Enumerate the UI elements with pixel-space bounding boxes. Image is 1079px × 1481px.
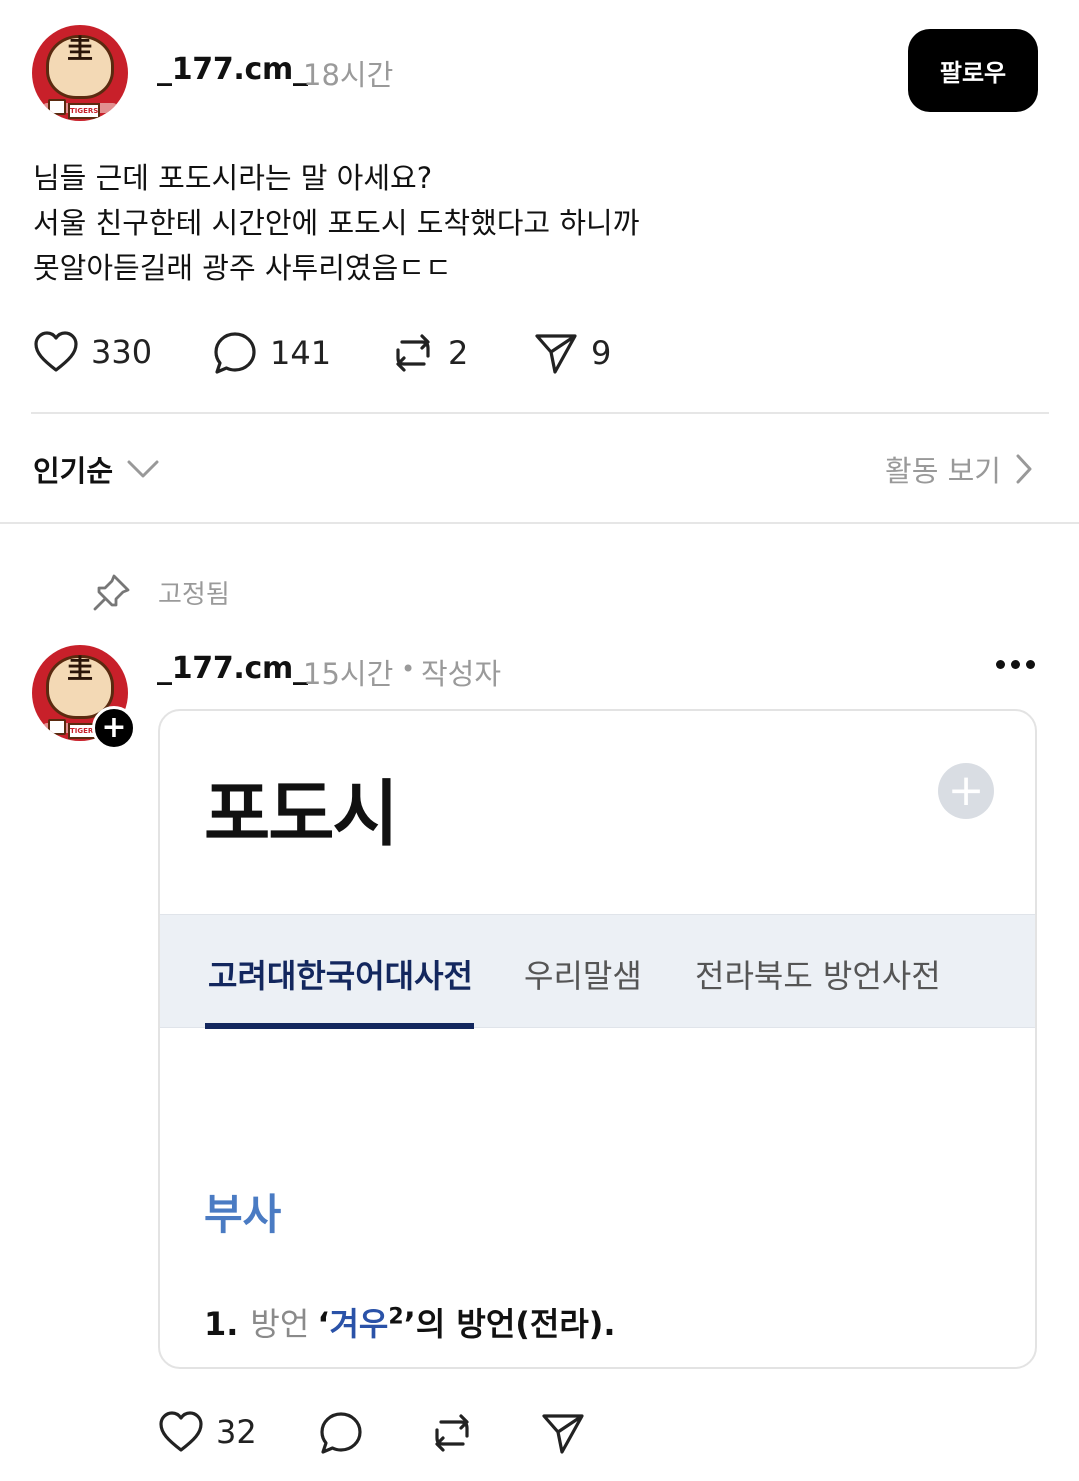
reply-like-button[interactable]: 32	[158, 1410, 257, 1454]
reply-repost-button[interactable]	[429, 1410, 475, 1456]
author-username[interactable]: _177.cm_	[157, 52, 308, 87]
reply-time: 15시간	[303, 657, 394, 691]
reply-username[interactable]: _177.cm_	[157, 651, 308, 686]
definition-label: 방언	[250, 1305, 310, 1343]
reply-count: 141	[270, 334, 332, 372]
avatar-cup	[48, 719, 66, 735]
tab-urimalsaem: 우리말샘	[524, 957, 642, 995]
quote-open: ‘	[317, 1305, 330, 1343]
author-avatar[interactable]: 圭 TIGERS	[32, 25, 128, 121]
definition-link-word: 겨우	[329, 1305, 389, 1343]
definition-number: 1.	[204, 1305, 239, 1343]
part-of-speech: 부사	[204, 1190, 282, 1239]
post-time: 18시간	[303, 58, 394, 92]
post-line: 서울 친구한테 시간안에 포도시 도착했다고 하니까	[33, 206, 640, 240]
sort-label: 인기순	[33, 454, 114, 488]
view-activity-link[interactable]: 활동 보기	[885, 448, 1033, 490]
repost-icon	[396, 334, 430, 372]
more-options-icon[interactable]	[996, 660, 1035, 669]
comment-icon	[320, 1412, 362, 1454]
avatar-shirt-text: TIGERS	[68, 103, 100, 119]
follow-button[interactable]: 팔로우	[908, 29, 1038, 112]
pin-icon	[93, 574, 130, 611]
activity-label: 활동 보기	[885, 454, 1001, 488]
avatar-mark: 圭	[66, 35, 93, 65]
repost-button[interactable]: 2	[390, 330, 468, 376]
attached-image-card[interactable]: 포도시 + 고려대한국어대사전 우리말샘 전라북도 방언사전 부사 1. 방언 ‘겨…	[158, 709, 1037, 1369]
dictionary-tabs: 고려대한국어대사전 우리말샘 전라북도 방언사전	[160, 914, 1035, 1029]
definition: 1. 방언 ‘겨우2’의 방언(전라).	[204, 1299, 616, 1345]
comment-icon	[214, 332, 256, 374]
meta-separator: •	[401, 655, 416, 683]
follow-plus-icon[interactable]: +	[92, 706, 136, 750]
tab-korea-univ-dictionary: 고려대한국어대사전	[208, 957, 473, 995]
active-tab-indicator	[205, 1023, 474, 1029]
share-button[interactable]: 9	[533, 330, 611, 376]
reply-comment-button[interactable]	[318, 1410, 364, 1456]
pinned-label: 고정됨	[158, 579, 230, 610]
pinned-indicator: 고정됨	[92, 572, 230, 612]
avatar-mark: 圭	[66, 655, 93, 685]
dictionary-headword: 포도시	[204, 772, 399, 856]
author-tag: 작성자	[421, 657, 502, 691]
reply-share-button[interactable]	[540, 1410, 586, 1456]
repost-icon	[435, 1414, 469, 1452]
like-button[interactable]: 330	[33, 330, 152, 374]
post-body: 님들 근데 포도시라는 말 아세요? 서울 친구한테 시간안에 포도시 도착했다…	[33, 156, 1013, 291]
sort-selector[interactable]: 인기순	[33, 448, 159, 490]
post-divider	[31, 412, 1049, 414]
post-line: 못알아듣길래 광주 사투리였음ㄷㄷ	[33, 251, 452, 285]
repost-count: 2	[448, 334, 469, 372]
send-icon	[535, 334, 577, 374]
share-count: 9	[591, 334, 612, 372]
like-count: 330	[91, 333, 153, 371]
add-icon: +	[938, 763, 994, 819]
reply-like-count: 32	[216, 1413, 257, 1451]
avatar-cup	[48, 99, 66, 115]
reply-button[interactable]: 141	[212, 330, 331, 376]
chevron-down-icon	[127, 460, 159, 478]
heart-icon	[34, 331, 78, 372]
definition-rest: ’의 방언(전라).	[403, 1305, 616, 1343]
chevron-right-icon	[1016, 454, 1032, 484]
section-divider	[0, 522, 1079, 524]
definition-superscript: 2	[388, 1304, 404, 1330]
post-line: 님들 근데 포도시라는 말 아세요?	[33, 161, 433, 195]
send-icon	[542, 1414, 584, 1454]
tab-jeonbuk-dialect-dictionary: 전라북도 방언사전	[695, 957, 941, 995]
heart-icon	[159, 1411, 203, 1452]
